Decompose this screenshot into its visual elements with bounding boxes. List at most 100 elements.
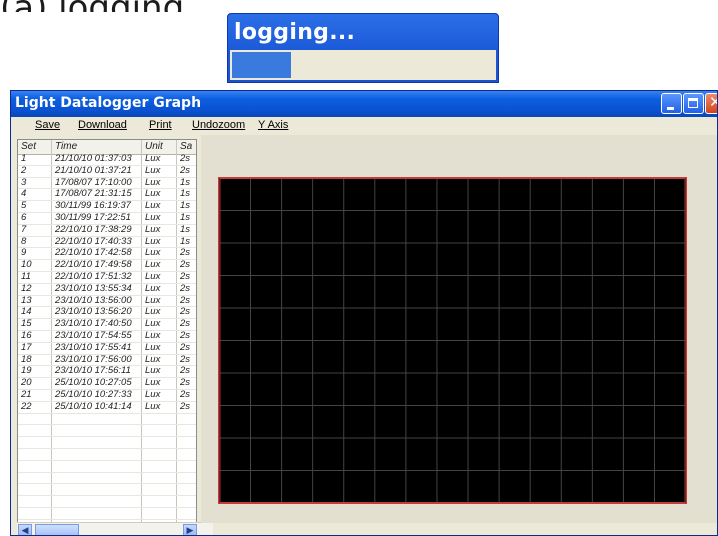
top-caption-text: (a) logging <box>0 0 718 12</box>
table-cell: 8 <box>21 235 27 247</box>
table-rows: 1 21/10/10 01:37:03 Lux 2s 2 21/10/10 01:37:2… <box>18 153 196 522</box>
table-cell: 25/10/10 10:27:33 <box>55 388 132 400</box>
table-row-empty <box>18 508 196 520</box>
table-cell: 2s <box>180 306 191 318</box>
menu-y-axis[interactable]: Y Axis <box>258 119 288 131</box>
table-cell: 23/10/10 17:55:41 <box>55 341 132 353</box>
menu-print[interactable]: Print <box>149 119 172 131</box>
table-cell: Lux <box>145 270 161 282</box>
table-cell: Lux <box>145 176 161 188</box>
table-row-empty <box>18 414 196 426</box>
table-cell: 2s <box>180 341 191 353</box>
table-cell: Lux <box>145 247 161 259</box>
table-cell: 23/10/10 13:56:00 <box>55 294 132 306</box>
table-row[interactable]: 22 25/10/10 10:41:14 Lux 2s <box>18 400 196 414</box>
table-cell: 23/10/10 17:56:11 <box>55 365 131 377</box>
table-cell: 22/10/10 17:38:29 <box>55 223 132 235</box>
table-cell: Lux <box>145 164 161 176</box>
table-cell: Lux <box>145 400 161 412</box>
table-cell: 22/10/10 17:51:32 <box>55 270 132 282</box>
table-cell: 2s <box>180 153 191 164</box>
close-button[interactable] <box>705 93 717 114</box>
header-time[interactable]: Time <box>55 141 77 152</box>
table-cell: 2s <box>180 294 191 306</box>
table-cell: 1s <box>180 176 191 188</box>
table-cell: 2s <box>180 388 191 400</box>
table-cell: Lux <box>145 306 161 318</box>
table-cell: 30/11/99 16:19:37 <box>55 200 131 212</box>
menu-save[interactable]: Save <box>35 119 60 131</box>
header-sample[interactable]: Sa <box>180 141 192 152</box>
scroll-right-icon[interactable]: ▶ <box>183 524 197 535</box>
table-cell: Lux <box>145 294 161 306</box>
menu-download[interactable]: Download <box>78 119 127 131</box>
table-cell: 1s <box>180 188 191 200</box>
horizontal-scrollbar[interactable]: ◀ ▶ <box>17 522 213 535</box>
table-cell: 15 <box>21 318 32 330</box>
table-cell: 17/08/07 17:10:00 <box>55 176 132 188</box>
table-cell: Lux <box>145 153 161 164</box>
table-cell: 2s <box>180 353 191 365</box>
table-cell: 2s <box>180 270 191 282</box>
table-cell: 2s <box>180 377 191 389</box>
table-row[interactable]: 2 21/10/10 01:37:21 Lux 2s <box>18 164 196 178</box>
table-row[interactable]: 11 22/10/10 17:51:32 Lux 2s <box>18 270 196 284</box>
table-row-empty <box>18 496 196 508</box>
table-cell: 20 <box>21 377 32 389</box>
table-cell: Lux <box>145 235 161 247</box>
table-cell: Lux <box>145 318 161 330</box>
table-cell: 30/11/99 17:22:51 <box>55 211 131 223</box>
table-cell: 1s <box>180 235 191 247</box>
table-cell: 7 <box>21 223 27 235</box>
table-cell: 23/10/10 13:56:20 <box>55 306 132 318</box>
table-cell: 6 <box>21 211 27 223</box>
table-cell: 1s <box>180 200 191 212</box>
table-cell: 2s <box>180 329 191 341</box>
logging-dialog-title: logging... <box>234 20 356 45</box>
table-cell: 17 <box>21 341 32 353</box>
table-row[interactable]: 6 30/11/99 17:22:51 Lux 1s <box>18 211 196 225</box>
table-cell: 21/10/10 01:37:21 <box>55 164 132 176</box>
table-cell: 23/10/10 17:40:50 <box>55 318 132 330</box>
table-cell: Lux <box>145 329 161 341</box>
table-row[interactable]: 7 22/10/10 17:38:29 Lux 1s <box>18 223 196 237</box>
scroll-thumb[interactable] <box>35 524 79 535</box>
table-row-empty <box>18 437 196 449</box>
header-set[interactable]: Set <box>21 141 36 152</box>
table-cell: 14 <box>21 306 32 318</box>
table-cell: 5 <box>21 200 27 212</box>
table-cell: 9 <box>21 247 27 259</box>
table-row-empty <box>18 449 196 461</box>
table-cell: Lux <box>145 223 161 235</box>
header-unit[interactable]: Unit <box>145 141 163 152</box>
table-cell: 10 <box>21 259 32 271</box>
logging-progress-fill <box>232 52 291 78</box>
table-cell: 17/08/07 21:31:15 <box>55 188 132 200</box>
table-row[interactable]: 12 23/10/10 13:55:34 Lux 2s <box>18 282 196 296</box>
scroll-left-icon[interactable]: ◀ <box>18 524 32 535</box>
menu-undozoom[interactable]: Undozoom <box>192 119 245 131</box>
table-row[interactable]: 16 23/10/10 17:54:55 Lux 2s <box>18 329 196 343</box>
table-cell: 12 <box>21 282 32 294</box>
table-cell: Lux <box>145 282 161 294</box>
table-cell: Lux <box>145 341 161 353</box>
graph-plot[interactable] <box>218 177 687 504</box>
table-row-empty <box>18 461 196 473</box>
logging-progress-bar <box>230 50 496 80</box>
table-cell: 21 <box>21 388 32 400</box>
table-cell: 2s <box>180 282 191 294</box>
table-cell: 2 <box>21 164 27 176</box>
table-cell: Lux <box>145 188 161 200</box>
table-cell: Lux <box>145 377 161 389</box>
table-cell: 1s <box>180 223 191 235</box>
table-cell: 2s <box>180 247 191 259</box>
table-cell: 23/10/10 17:56:00 <box>55 353 132 365</box>
maximize-button[interactable] <box>683 93 704 114</box>
table-cell: 25/10/10 10:41:14 <box>55 400 132 412</box>
table-row[interactable]: 21 25/10/10 10:27:33 Lux 2s <box>18 388 196 402</box>
table-row[interactable]: 17 23/10/10 17:55:41 Lux 2s <box>18 341 196 355</box>
minimize-button[interactable] <box>661 93 682 114</box>
table-cell: 2s <box>180 259 191 271</box>
title-bar[interactable]: Light Datalogger Graph <box>11 91 717 117</box>
dataset-table: Set Time Unit Sa 1 21/10/10 01:37:03 Lux 2s… <box>17 139 197 523</box>
